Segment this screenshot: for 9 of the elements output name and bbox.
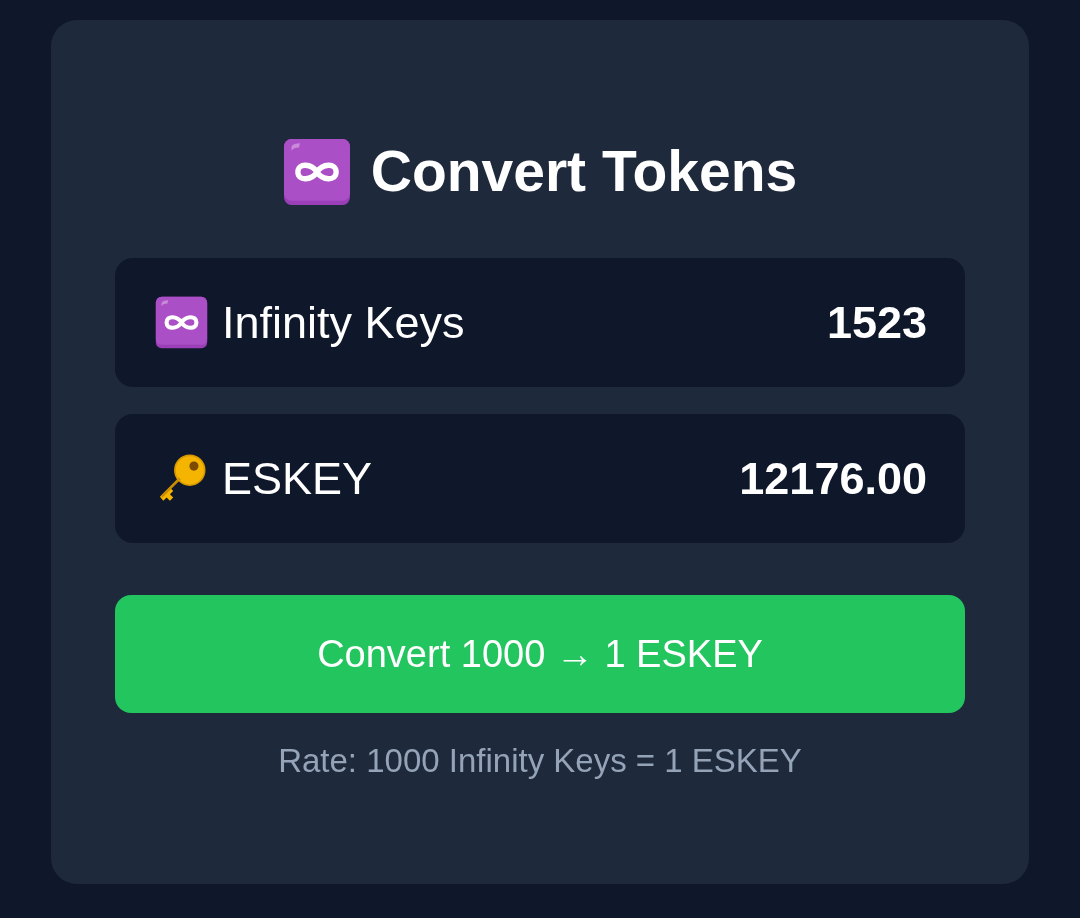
token-name: Infinity Keys — [222, 295, 465, 350]
token-amount: 12176.00 — [739, 451, 927, 506]
card-title: Convert Tokens — [370, 139, 798, 205]
convert-button[interactable]: Convert 1000 → 1 ESKEY — [115, 595, 965, 713]
infinity-icon — [282, 138, 351, 206]
infinity-icon — [155, 296, 208, 349]
token-name: ESKEY — [222, 451, 373, 506]
token-amount: 1523 — [826, 295, 927, 350]
rate-text: Rate: 1000 Infinity Keys = 1 ESKEY — [277, 741, 803, 781]
